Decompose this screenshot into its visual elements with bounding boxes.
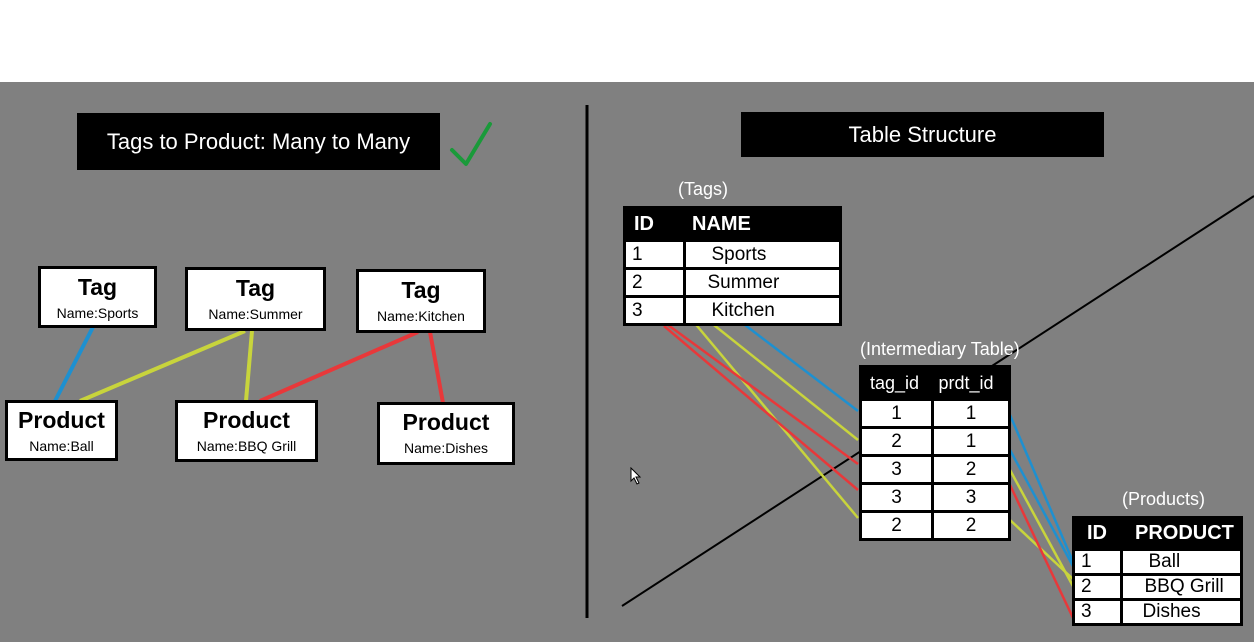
tag-sports-heading: Tag — [77, 274, 118, 300]
table-row: 2 BBQ Grill — [1072, 573, 1243, 601]
tag-summer-heading: Tag — [235, 275, 276, 301]
product-bbq-name: Name:BBQ Grill — [196, 438, 297, 454]
tags-id-cell: 2 — [623, 267, 686, 298]
products-name-cell: BBQ Grill — [1119, 573, 1243, 601]
intermediary-tag-id-cell: 3 — [858, 482, 935, 513]
product-ball-name: Name:Ball — [29, 438, 94, 454]
intermediary-caption: (Intermediary Table) — [860, 339, 1020, 359]
product-dishes-box: Product Name:Dishes — [377, 402, 515, 465]
table-row: 1 Sports — [623, 239, 842, 270]
product-ball-box: Product Name:Ball — [5, 400, 118, 461]
intermediary-header-tag-id: tag_id — [860, 366, 933, 400]
checkmark-icon — [450, 122, 492, 166]
products-caption: (Products) — [1122, 489, 1206, 509]
tag-kitchen-name: Name:Kitchen — [377, 308, 465, 324]
tag-sports-name: Name:Sports — [56, 305, 139, 321]
intermediary-prdt-id-cell: 1 — [931, 398, 1011, 429]
table-row: 3 3 — [858, 482, 1011, 513]
table-row: 1 1 — [858, 398, 1011, 429]
tag-kitchen-box: Tag Name:Kitchen — [356, 269, 486, 333]
table-row: 2 Summer — [623, 267, 842, 298]
products-table: ID PRODUCT 1 Ball 2 BBQ Grill 3 Dishes — [1072, 516, 1243, 626]
products-header-product: PRODUCT — [1121, 517, 1242, 550]
table-row: 1 Ball — [1072, 548, 1243, 576]
tags-table: ID NAME 1 Sports 2 Summer 3 Kitchen — [623, 206, 842, 326]
intermediary-header-prdt-id: prdt_id — [932, 366, 1010, 400]
product-bbq-box: Product Name:BBQ Grill — [175, 400, 318, 462]
intermediary-tag-id-cell: 2 — [858, 426, 935, 457]
table-row: 3 Dishes — [1072, 598, 1243, 626]
product-bbq-heading: Product — [203, 407, 290, 433]
products-header-id: ID — [1073, 517, 1121, 550]
tag-kitchen-heading: Tag — [401, 277, 441, 303]
tags-header-id: ID — [624, 207, 684, 241]
intermediary-prdt-id-cell: 1 — [931, 426, 1011, 457]
table-row: 3 2 — [858, 454, 1011, 485]
intermediary-prdt-id-cell: 2 — [931, 454, 1011, 485]
product-dishes-name: Name:Dishes — [403, 440, 489, 456]
tags-name-cell: Sports — [682, 239, 842, 270]
products-name-cell: Ball — [1119, 548, 1243, 576]
tag-sports-box: Tag Name:Sports — [38, 266, 157, 328]
table-row: 3 Kitchen — [623, 295, 842, 326]
intermediary-tag-id-cell: 1 — [858, 398, 935, 429]
tags-id-cell: 1 — [623, 239, 686, 270]
products-id-cell: 3 — [1072, 598, 1123, 626]
product-dishes-heading: Product — [402, 409, 490, 435]
product-ball-heading: Product — [18, 407, 105, 433]
cursor-icon — [630, 467, 642, 485]
many-to-many-title: Tags to Product: Many to Many — [77, 113, 440, 170]
products-id-cell: 2 — [1072, 573, 1123, 601]
intermediary-table: tag_id prdt_id 1 1 2 1 3 2 3 3 2 2 — [858, 365, 1011, 541]
products-name-cell: Dishes — [1119, 598, 1243, 626]
tags-header-name: NAME — [684, 207, 841, 241]
tags-name-cell: Kitchen — [682, 295, 842, 326]
table-structure-title: Table Structure — [741, 112, 1104, 157]
intermediary-tag-id-cell: 3 — [858, 454, 935, 485]
tag-summer-name: Name:Summer — [208, 306, 303, 322]
tags-id-cell: 3 — [623, 295, 686, 326]
products-id-cell: 1 — [1072, 548, 1123, 576]
intermediary-tag-id-cell: 2 — [858, 510, 935, 541]
table-row: 2 1 — [858, 426, 1011, 457]
tag-summer-box: Tag Name:Summer — [185, 267, 326, 331]
intermediary-prdt-id-cell: 2 — [931, 510, 1011, 541]
intermediary-prdt-id-cell: 3 — [931, 482, 1011, 513]
tags-caption: (Tags) — [678, 179, 729, 199]
table-row: 2 2 — [858, 510, 1011, 541]
tags-name-cell: Summer — [682, 267, 842, 298]
